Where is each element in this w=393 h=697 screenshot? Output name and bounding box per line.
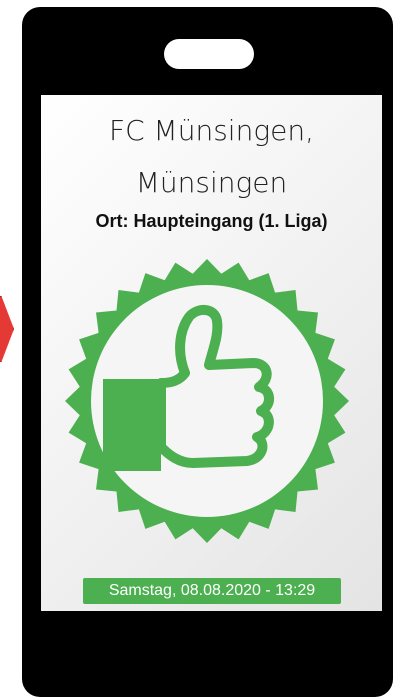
timestamp-badge: Samstag, 08.08.2020 - 13:29 bbox=[83, 578, 341, 604]
phone-frame: FC Münsingen, Münsingen Ort: Haupteingang… bbox=[22, 7, 393, 697]
ticket-screen: FC Münsingen, Münsingen Ort: Haupteingang… bbox=[41, 95, 382, 611]
speaker-slot bbox=[164, 39, 254, 69]
location-label: Ort: Haupteingang (1. Liga) bbox=[95, 211, 328, 231]
club-city-line: Münsingen bbox=[135, 166, 288, 199]
arrow-marker-icon bbox=[0, 296, 14, 362]
club-name-line: FC Münsingen, bbox=[109, 114, 314, 147]
club-name-heading: FC Münsingen, Münsingen bbox=[41, 105, 382, 209]
approval-badge bbox=[57, 251, 357, 551]
thumbs-up-icon bbox=[65, 259, 349, 543]
page: FC Münsingen, Münsingen Ort: Haupteingang… bbox=[0, 0, 393, 697]
